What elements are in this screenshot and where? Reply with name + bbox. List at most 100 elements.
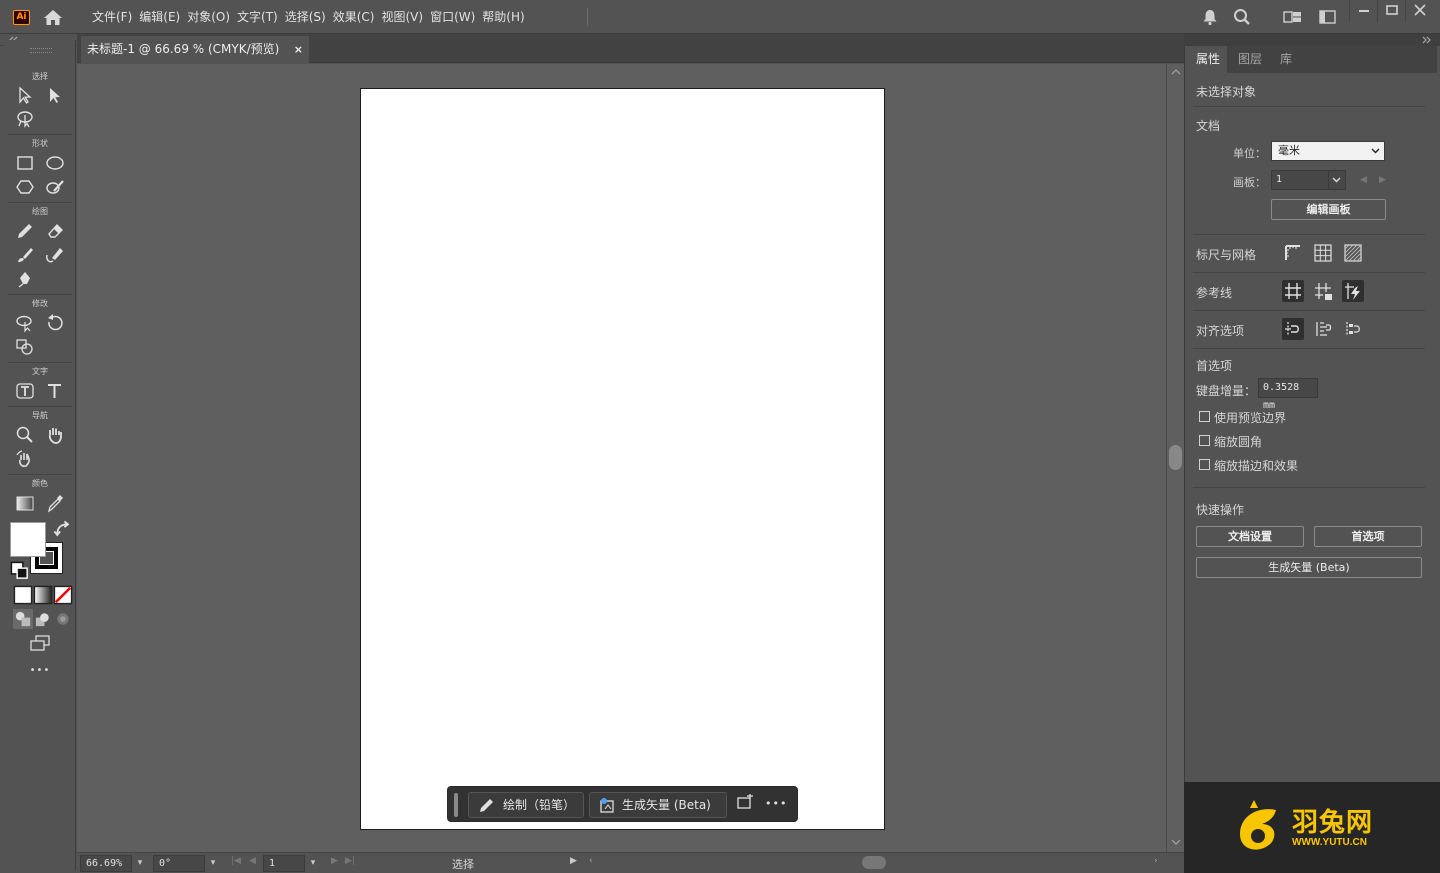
artboard-dropdown-icon[interactable]: [1328, 170, 1346, 190]
tab-layers[interactable]: 图层: [1231, 46, 1269, 73]
draw-behind-icon[interactable]: [32, 609, 49, 627]
eraser-tool-icon[interactable]: [44, 221, 66, 241]
restore-icon[interactable]: [1377, 0, 1405, 22]
direct-selection-tool-icon[interactable]: [44, 85, 66, 105]
draw-inside-icon[interactable]: [52, 609, 69, 625]
search-icon[interactable]: [1232, 8, 1252, 26]
hand-tool-icon[interactable]: [44, 425, 66, 445]
task-bar-grip[interactable]: [454, 793, 458, 817]
grid-icon[interactable]: [1312, 242, 1334, 264]
pen-tool-icon[interactable]: [14, 269, 36, 289]
smart-guides-icon[interactable]: [1342, 280, 1364, 302]
puppet-warp-tool-icon[interactable]: [14, 313, 36, 333]
gradient-tool-icon[interactable]: [14, 493, 36, 513]
paintbrush-tool-icon[interactable]: [14, 245, 36, 265]
workspace-icon[interactable]: [1283, 8, 1303, 26]
shape-builder-tool-icon[interactable]: [14, 337, 36, 357]
bell-icon[interactable]: [1200, 8, 1220, 26]
selection-tool-icon[interactable]: [14, 85, 36, 105]
ruler-icon[interactable]: [1282, 242, 1304, 264]
preview-bounds-checkbox[interactable]: [1199, 411, 1210, 422]
generate-vector-button[interactable]: 生成矢量 (Beta): [589, 792, 727, 818]
prev-artboard-icon[interactable]: ◀: [249, 856, 256, 866]
next-artboard-icon[interactable]: ▶: [331, 856, 338, 866]
ellipse-tool-icon[interactable]: [44, 153, 66, 173]
gradient-mode-icon[interactable]: [32, 585, 53, 605]
edit-toolbar-icon[interactable]: •••: [29, 665, 51, 679]
arrange-documents-icon[interactable]: [1318, 8, 1338, 26]
status-menu-icon[interactable]: ▶: [570, 856, 577, 866]
rotate-view-tool-icon[interactable]: [14, 449, 36, 469]
show-guides-icon[interactable]: [1282, 280, 1304, 302]
tab-properties[interactable]: 属性: [1189, 46, 1228, 73]
artboard[interactable]: [360, 88, 885, 830]
align-to-pixel-icon[interactable]: [1282, 318, 1304, 340]
polygon-tool-icon[interactable]: [14, 177, 36, 197]
vertical-scrollbar[interactable]: [1166, 64, 1184, 852]
rotation-field[interactable]: 0°: [153, 855, 205, 872]
scale-strokes-checkbox[interactable]: [1199, 459, 1210, 470]
vertical-scroll-thumb[interactable]: [1169, 445, 1182, 470]
menu-effect[interactable]: 效果(C): [333, 0, 382, 34]
artboard-dropdown-icon[interactable]: ▾: [305, 855, 321, 872]
swap-fill-stroke-icon[interactable]: [52, 520, 70, 537]
home-icon[interactable]: [43, 9, 63, 26]
draw-normal-icon[interactable]: [12, 609, 33, 629]
none-mode-icon[interactable]: [52, 585, 73, 605]
taskbar-options-icon[interactable]: [735, 794, 757, 816]
zoom-dropdown-icon[interactable]: ▾: [132, 855, 148, 872]
artboard-number-field[interactable]: 1: [263, 855, 305, 872]
default-fill-stroke-icon[interactable]: [9, 561, 28, 579]
menu-help[interactable]: 帮助(H): [482, 0, 531, 34]
menu-window[interactable]: 窗口(W): [430, 0, 482, 34]
canvas-area[interactable]: [77, 64, 1166, 852]
shaper-tool-icon[interactable]: [44, 177, 66, 197]
generate-vector-panel-button[interactable]: 生成矢量 (Beta): [1196, 557, 1422, 578]
transparency-grid-icon[interactable]: [1342, 242, 1364, 264]
scroll-right-icon[interactable]: ›: [1154, 856, 1158, 866]
scroll-left-icon[interactable]: ‹: [589, 856, 593, 866]
menu-view[interactable]: 视图(V): [381, 0, 430, 34]
artboard-select[interactable]: 1: [1271, 170, 1329, 190]
horizontal-scroll-thumb[interactable]: [862, 856, 886, 869]
menu-select[interactable]: 选择(S): [285, 0, 333, 34]
minimize-icon[interactable]: [1349, 0, 1377, 22]
align-artboard-icon[interactable]: [1312, 318, 1334, 340]
align-key-object-icon[interactable]: [1342, 318, 1364, 340]
close-tab-icon[interactable]: ×: [294, 36, 303, 63]
edit-artboards-button[interactable]: 编辑画板: [1271, 199, 1386, 220]
touch-type-tool-icon[interactable]: [14, 381, 36, 401]
pencil-tool-icon[interactable]: [14, 221, 36, 241]
zoom-tool-icon[interactable]: [14, 425, 36, 445]
fill-swatch[interactable]: [10, 522, 46, 557]
eyedropper-tool-icon[interactable]: [44, 493, 66, 513]
taskbar-more-icon[interactable]: •••: [765, 794, 787, 816]
draw-pencil-button[interactable]: 绘制（铅笔）: [468, 792, 584, 818]
rotation-dropdown-icon[interactable]: ▾: [205, 855, 221, 872]
rectangle-tool-icon[interactable]: [14, 153, 36, 173]
panel-collapse-bar[interactable]: [1184, 34, 1440, 46]
screen-mode-icon[interactable]: [29, 633, 51, 651]
scale-corners-checkbox[interactable]: [1199, 435, 1210, 446]
document-setup-button[interactable]: 文档设置: [1196, 526, 1304, 547]
next-artboard-icon[interactable]: ▶: [1379, 175, 1386, 185]
blob-brush-tool-icon[interactable]: [44, 245, 66, 265]
document-tab[interactable]: 未标题-1 @ 66.69 % (CMYK/预览) ×: [81, 36, 309, 63]
tab-libraries[interactable]: 库: [1273, 46, 1299, 73]
menu-object[interactable]: 对象(O): [187, 0, 237, 34]
keyboard-increment-input[interactable]: 0.3528 mm: [1258, 378, 1318, 411]
preferences-button[interactable]: 首选项: [1314, 526, 1422, 547]
rotate-tool-icon[interactable]: [44, 313, 66, 333]
menu-edit[interactable]: 编辑(E): [139, 0, 187, 34]
toolbar-grip[interactable]: [30, 48, 52, 53]
lasso-tool-icon[interactable]: [14, 109, 36, 129]
color-mode-icon[interactable]: [12, 585, 33, 605]
first-artboard-icon[interactable]: |◀: [231, 856, 241, 866]
type-tool-icon[interactable]: [44, 381, 66, 401]
menu-type[interactable]: 文字(T): [237, 0, 285, 34]
close-icon[interactable]: [1405, 0, 1433, 22]
zoom-field[interactable]: 66.69%: [80, 855, 132, 872]
prev-artboard-icon[interactable]: ◀: [1360, 175, 1367, 185]
menu-file[interactable]: 文件(F): [92, 0, 139, 34]
lock-guides-icon[interactable]: [1312, 280, 1334, 302]
